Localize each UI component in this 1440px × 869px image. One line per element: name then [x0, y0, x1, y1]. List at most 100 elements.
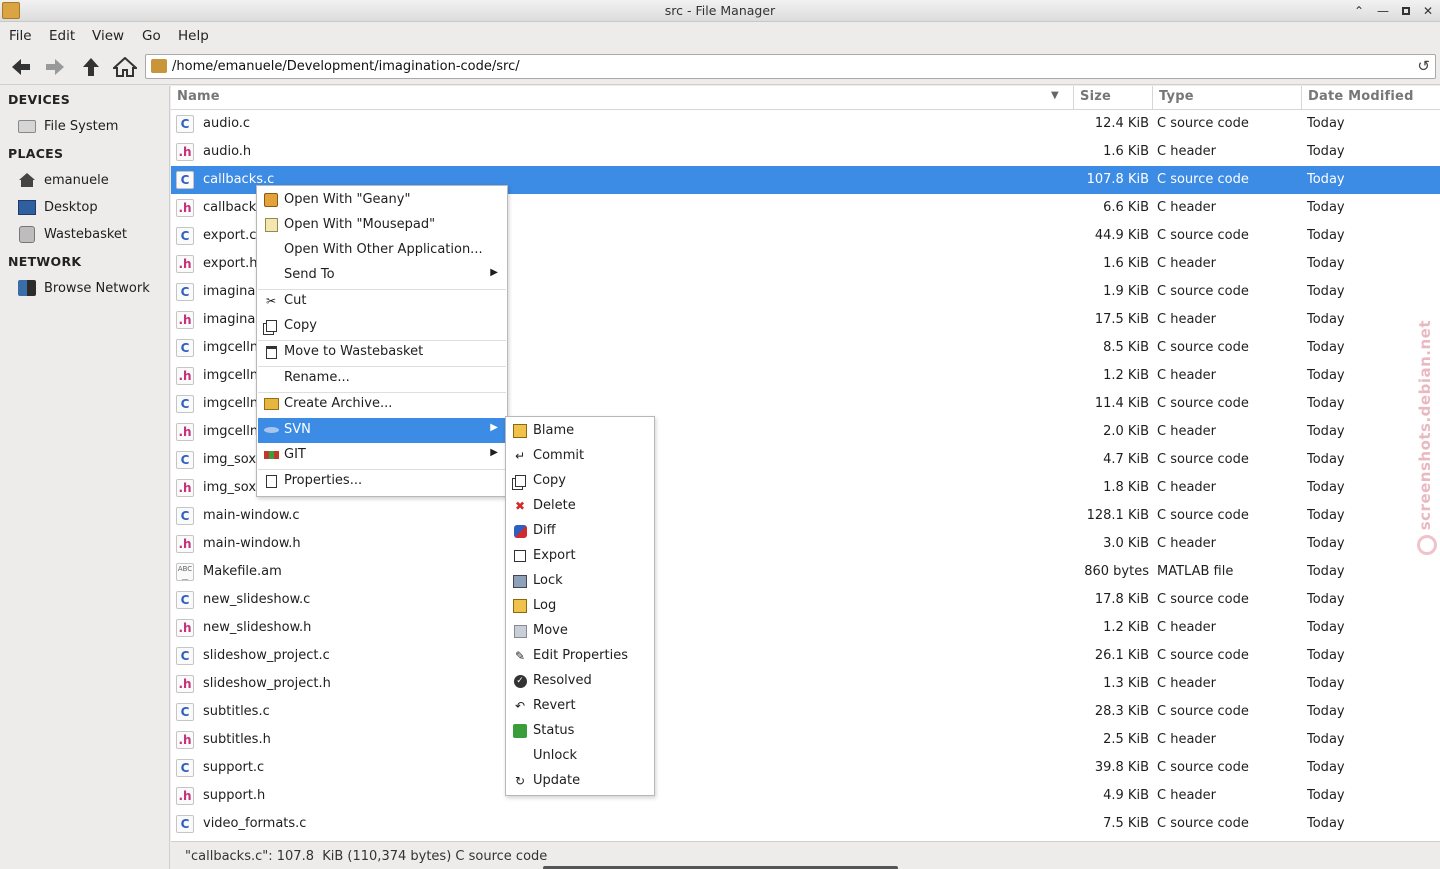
column-name[interactable]: Name	[177, 89, 220, 104]
table-row[interactable]: .h subtitles.h 2.5 KiB C header Today	[171, 726, 1440, 754]
properties-icon	[263, 473, 279, 489]
file-size: 8.5 KiB	[1103, 340, 1149, 355]
svn-menu-item-log[interactable]: Log	[507, 594, 653, 619]
menu-item-label: Open With Other Application...	[284, 242, 483, 257]
context-menu-item-open-with-mousepad[interactable]: Open With "Mousepad"	[258, 213, 506, 238]
roll-up-button[interactable]: ⌃	[1350, 2, 1368, 20]
file-name: support.c	[203, 760, 265, 775]
submenu-arrow-icon: ▶	[490, 267, 498, 278]
file-size: 3.0 KiB	[1103, 536, 1149, 551]
context-menu-item-svn[interactable]: SVN ▶	[258, 418, 506, 443]
back-button[interactable]	[7, 54, 35, 80]
menu-go[interactable]: Go	[142, 28, 161, 44]
table-row[interactable]: Cnew_slideshow.c 17.8 KiB C source code Tod…	[171, 586, 1440, 614]
title-bar: src - File Manager ⌃ — ✕	[0, 0, 1440, 22]
file-type: C header	[1157, 788, 1217, 803]
menu-item-label: SVN	[284, 422, 311, 437]
context-menu-item-properties[interactable]: Properties...	[258, 469, 506, 494]
table-row[interactable]: .h audio.h 1.6 KiB C header Today	[171, 138, 1440, 166]
table-row[interactable]: .h new_slideshow.h 1.2 KiB C header Today	[171, 614, 1440, 642]
context-menu-item-rename[interactable]: Rename...	[258, 366, 506, 391]
sidebar-item-home[interactable]: emanuele	[17, 169, 109, 191]
svn-menu-item-update[interactable]: ↻ Update	[507, 769, 653, 794]
edit-properties-icon: ✎	[514, 649, 526, 663]
c-source-file-icon: C	[176, 507, 194, 525]
maximize-button[interactable]	[1397, 2, 1415, 20]
desktop-icon	[17, 198, 37, 216]
file-size: 1.2 KiB	[1103, 620, 1149, 635]
context-menu-item-open-with-other-application[interactable]: Open With Other Application...	[258, 238, 506, 263]
sidebar-item-desktop[interactable]: Desktop	[17, 196, 98, 218]
svn-menu-item-revert[interactable]: ↶ Revert	[507, 694, 653, 719]
location-path[interactable]: /home/emanuele/Development/imagination-c…	[172, 59, 520, 74]
menu-item-label: Create Archive...	[284, 396, 393, 411]
c-header-file-icon: .h	[176, 479, 194, 497]
svn-menu-item-unlock[interactable]: Unlock	[507, 744, 653, 769]
svn-menu-item-lock[interactable]: Lock	[507, 569, 653, 594]
table-row[interactable]: ABC — Makefile.am 860 bytes MATLAB file Today	[171, 558, 1440, 586]
menu-view[interactable]: View	[92, 28, 124, 44]
close-button[interactable]: ✕	[1419, 2, 1437, 20]
minimize-button[interactable]: —	[1374, 2, 1392, 20]
menu-item-label: Open With "Geany"	[284, 192, 411, 207]
home-button[interactable]	[111, 54, 139, 80]
column-size[interactable]: Size	[1080, 89, 1111, 104]
table-row[interactable]: Cslideshow_project.c 26.1 KiB C source cod…	[171, 642, 1440, 670]
sidebar-item-file-system[interactable]: File System	[17, 115, 118, 137]
menu-edit[interactable]: Edit	[49, 28, 75, 44]
table-row[interactable]: Csupport.c 39.8 KiB C source code Today	[171, 754, 1440, 782]
column-header: Name ▼ Size Type Date Modified	[171, 86, 1440, 110]
context-menu-item-git[interactable]: GIT ▶	[258, 443, 506, 468]
menu-item-label: Log	[533, 598, 557, 613]
context-menu-item-move-to-wastebasket[interactable]: Move to Wastebasket	[258, 340, 506, 365]
file-type: C header	[1157, 368, 1217, 383]
file-type: C header	[1157, 620, 1217, 635]
svn-menu-item-diff[interactable]: Diff	[507, 519, 653, 544]
forward-button[interactable]	[41, 54, 69, 80]
table-row[interactable]: Cmain-window.c 128.1 KiB C source code Toda…	[171, 502, 1440, 530]
refresh-icon[interactable]: ↺	[1417, 57, 1430, 75]
column-date-modified[interactable]: Date Modified	[1308, 89, 1414, 104]
table-row[interactable]: Csubtitles.c 28.3 KiB C source code Today	[171, 698, 1440, 726]
table-row[interactable]: Caudio.c 12.4 KiB C source code Today	[171, 110, 1440, 138]
svn-menu-item-edit-properties[interactable]: ✎ Edit Properties	[507, 644, 653, 669]
svn-menu-item-copy[interactable]: Copy	[507, 469, 653, 494]
menu-item-label: Copy	[284, 318, 317, 333]
context-menu-item-cut[interactable]: ✂ Cut	[258, 289, 506, 314]
text-file-icon: ABC —	[176, 563, 194, 583]
file-date-modified: Today	[1307, 228, 1345, 243]
home-icon	[113, 57, 137, 77]
table-row[interactable]: .h support.h 4.9 KiB C header Today	[171, 782, 1440, 810]
context-menu-item-send-to[interactable]: Send To ▶	[258, 263, 506, 288]
svn-menu-item-blame[interactable]: Blame	[507, 419, 653, 444]
column-type[interactable]: Type	[1159, 89, 1194, 104]
svn-menu-item-move[interactable]: Move	[507, 619, 653, 644]
table-row[interactable]: .h main-window.h 3.0 KiB C header Today	[171, 530, 1440, 558]
svn-menu-item-export[interactable]: Export	[507, 544, 653, 569]
file-date-modified: Today	[1307, 564, 1345, 579]
c-header-file-icon: .h	[176, 255, 194, 273]
geany-icon	[263, 192, 279, 208]
sidebar-item-browse-network[interactable]: Browse Network	[17, 277, 150, 299]
svn-menu-item-commit[interactable]: ↵ Commit	[507, 444, 653, 469]
c-header-file-icon: .h	[176, 619, 194, 637]
table-row[interactable]: Cvideo_formats.c 7.5 KiB C source code Toda…	[171, 810, 1440, 838]
file-type: C source code	[1157, 116, 1249, 131]
svn-menu-item-resolved[interactable]: ✓ Resolved	[507, 669, 653, 694]
context-menu-item-open-with-geany[interactable]: Open With "Geany"	[258, 188, 506, 213]
svn-menu-item-delete[interactable]: ✖ Delete	[507, 494, 653, 519]
menu-help[interactable]: Help	[178, 28, 209, 44]
archive-icon	[263, 396, 279, 412]
context-menu-item-create-archive[interactable]: Create Archive...	[258, 392, 506, 417]
file-name: support.h	[203, 788, 266, 803]
location-bar[interactable]: /home/emanuele/Development/imagination-c…	[145, 54, 1436, 79]
table-row[interactable]: .h slideshow_project.h 1.3 KiB C header Toda…	[171, 670, 1440, 698]
up-button[interactable]	[77, 54, 105, 80]
sidebar-item-wastebasket[interactable]: Wastebasket	[17, 223, 127, 245]
context-menu-item-copy[interactable]: Copy	[258, 314, 506, 339]
menu-file[interactable]: File	[9, 28, 32, 44]
menu-item-label: Unlock	[533, 748, 577, 763]
svn-menu-item-status[interactable]: Status	[507, 719, 653, 744]
file-date-modified: Today	[1307, 368, 1345, 383]
copy-icon	[512, 473, 528, 489]
